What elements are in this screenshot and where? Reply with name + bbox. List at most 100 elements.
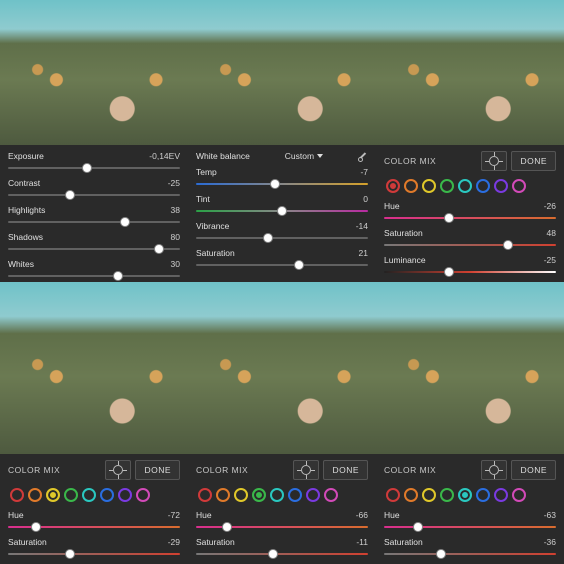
whites-slider[interactable] <box>8 270 180 282</box>
saturation-value: 48 <box>547 228 556 238</box>
slider-thumb[interactable] <box>82 163 92 173</box>
color-swatch[interactable] <box>440 179 454 193</box>
color-swatch[interactable] <box>458 179 472 193</box>
saturation-slider[interactable] <box>8 548 180 560</box>
controls-area: Exposure-0,14EVContrast-25Highlights38Sh… <box>0 145 188 282</box>
tint-value: 0 <box>363 194 368 204</box>
color-swatch[interactable] <box>136 488 150 502</box>
done-button[interactable]: DONE <box>511 151 556 171</box>
saturation-slider[interactable] <box>384 548 556 560</box>
hue-slider-row: Hue-26 <box>384 201 556 224</box>
saturation-slider[interactable] <box>196 548 368 560</box>
color-swatch[interactable] <box>512 179 526 193</box>
preview-image <box>188 0 376 145</box>
color-swatch[interactable] <box>10 488 24 502</box>
color-swatch[interactable] <box>440 488 454 502</box>
slider-thumb[interactable] <box>113 271 123 281</box>
color-swatch-row <box>384 179 556 193</box>
color-swatch[interactable] <box>476 488 490 502</box>
temp-slider[interactable] <box>196 178 368 190</box>
slider-track-line <box>8 167 180 169</box>
color-swatch[interactable] <box>476 179 490 193</box>
exposure-slider[interactable] <box>8 162 180 174</box>
hue-slider[interactable] <box>8 521 180 533</box>
slider-thumb[interactable] <box>31 522 41 532</box>
color-swatch[interactable] <box>270 488 284 502</box>
saturation-slider-row: Saturation-29 <box>8 537 180 560</box>
saturation-label: Saturation <box>8 537 47 547</box>
color-swatch[interactable] <box>404 179 418 193</box>
preview-image <box>376 282 564 454</box>
slider-thumb[interactable] <box>277 206 287 216</box>
color-swatch[interactable] <box>386 488 400 502</box>
color-swatch[interactable] <box>234 488 248 502</box>
color-mix-header: COLOR MIXDONE <box>8 460 180 480</box>
color-swatch[interactable] <box>422 488 436 502</box>
done-button[interactable]: DONE <box>511 460 556 480</box>
color-swatch[interactable] <box>100 488 114 502</box>
color-swatch[interactable] <box>198 488 212 502</box>
hue-slider[interactable] <box>384 521 556 533</box>
slider-thumb[interactable] <box>413 522 423 532</box>
color-swatch[interactable] <box>118 488 132 502</box>
slider-thumb[interactable] <box>503 240 513 250</box>
color-swatch[interactable] <box>458 488 472 502</box>
done-button[interactable]: DONE <box>135 460 180 480</box>
target-adjust-button[interactable] <box>481 151 507 171</box>
color-swatch[interactable] <box>46 488 60 502</box>
done-button[interactable]: DONE <box>323 460 368 480</box>
hue-slider[interactable] <box>196 521 368 533</box>
luminance-slider[interactable] <box>384 266 556 278</box>
color-swatch[interactable] <box>422 179 436 193</box>
white-balance-mode-select[interactable]: Custom <box>285 151 323 161</box>
slider-thumb[interactable] <box>120 217 130 227</box>
luminance-label: Luminance <box>384 255 426 265</box>
saturation-slider[interactable] <box>384 239 556 251</box>
contrast-slider[interactable] <box>8 189 180 201</box>
tint-label: Tint <box>196 194 210 204</box>
editor-panel: Exposure-0,14EVContrast-25Highlights38Sh… <box>0 0 188 282</box>
slider-thumb[interactable] <box>294 260 304 270</box>
slider-thumb[interactable] <box>268 549 278 559</box>
target-icon <box>113 465 123 475</box>
color-swatch[interactable] <box>288 488 302 502</box>
color-swatch[interactable] <box>404 488 418 502</box>
slider-thumb[interactable] <box>65 190 75 200</box>
color-swatch[interactable] <box>494 488 508 502</box>
color-swatch[interactable] <box>494 179 508 193</box>
slider-thumb[interactable] <box>154 244 164 254</box>
vibrance-slider[interactable] <box>196 232 368 244</box>
color-swatch[interactable] <box>324 488 338 502</box>
color-swatch[interactable] <box>64 488 78 502</box>
slider-head: Contrast-25 <box>8 178 180 188</box>
vibrance-value: -14 <box>356 221 368 231</box>
hue-slider[interactable] <box>384 212 556 224</box>
color-swatch[interactable] <box>82 488 96 502</box>
saturation-slider-row: Saturation21 <box>196 248 368 271</box>
slider-thumb[interactable] <box>270 179 280 189</box>
target-adjust-button[interactable] <box>481 460 507 480</box>
slider-thumb[interactable] <box>444 213 454 223</box>
target-adjust-button[interactable] <box>105 460 131 480</box>
shadows-slider[interactable] <box>8 243 180 255</box>
eyedropper-icon[interactable] <box>358 151 368 161</box>
color-swatch[interactable] <box>216 488 230 502</box>
color-swatch[interactable] <box>386 179 400 193</box>
highlights-slider[interactable] <box>8 216 180 228</box>
slider-thumb[interactable] <box>436 549 446 559</box>
slider-thumb[interactable] <box>65 549 75 559</box>
color-swatch[interactable] <box>306 488 320 502</box>
saturation-slider[interactable] <box>196 259 368 271</box>
luminance-value: -25 <box>544 255 556 265</box>
slider-thumb[interactable] <box>222 522 232 532</box>
slider-thumb[interactable] <box>263 233 273 243</box>
color-swatch[interactable] <box>28 488 42 502</box>
color-swatch[interactable] <box>512 488 526 502</box>
editor-panel: White balanceCustomTemp-7Tint0Vibrance-1… <box>188 0 376 282</box>
color-swatch[interactable] <box>252 488 266 502</box>
target-adjust-button[interactable] <box>293 460 319 480</box>
slider-thumb[interactable] <box>444 267 454 277</box>
saturation-value: -36 <box>544 537 556 547</box>
white-balance-mode-value: Custom <box>285 151 314 161</box>
tint-slider[interactable] <box>196 205 368 217</box>
